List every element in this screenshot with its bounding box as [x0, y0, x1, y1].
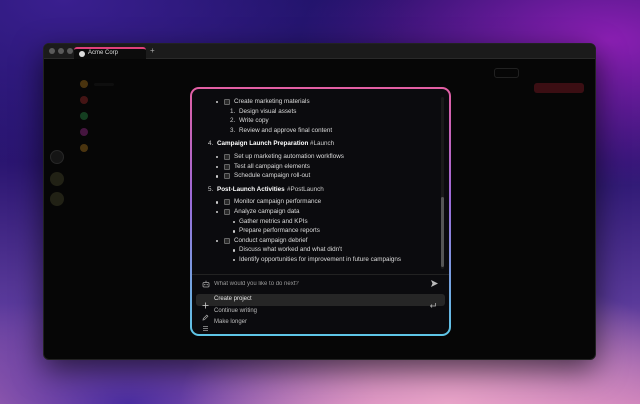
bg-button [494, 68, 519, 78]
heading-tag[interactable]: #PostLaunch [287, 185, 324, 195]
app-logo-icon [79, 51, 85, 57]
bullet-icon [216, 101, 219, 104]
document-row: 1. Design visual assets [200, 107, 440, 117]
bg-avatar [50, 150, 64, 164]
task-text[interactable]: Conduct campaign debrief [234, 236, 308, 246]
document-row: Analyze campaign data [200, 207, 440, 217]
task-text[interactable]: Monitor campaign performance [234, 197, 321, 207]
bullet-icon [233, 220, 236, 223]
document-row: 2. Write copy [200, 116, 440, 126]
minimize-window-button[interactable] [58, 48, 64, 54]
bg-icon [80, 144, 88, 152]
bg-icon [80, 112, 88, 120]
maximize-window-button[interactable] [67, 48, 73, 54]
pencil-icon [202, 308, 209, 320]
bg-icon [80, 96, 88, 104]
bg-avatar [50, 172, 64, 186]
menu-item-label: Make longer [214, 319, 248, 325]
list-number: 1. [230, 107, 236, 115]
bg-avatar [50, 192, 64, 206]
document-row: Set up marketing automation workflows [200, 152, 440, 162]
bullet-icon [216, 201, 219, 204]
lines-icon [202, 319, 209, 331]
heading-number: 4. [208, 140, 214, 148]
plus-icon [202, 296, 209, 309]
app-window: Acme Corp + Create marketing materials 1.… [43, 43, 596, 360]
list-item-text[interactable]: Discuss what worked and what didn't [239, 245, 342, 255]
menu-item-label: Continue writing [214, 307, 258, 314]
bullet-icon [216, 239, 219, 243]
bullet-icon [233, 230, 236, 233]
document-row: Create marketing materials [200, 97, 440, 107]
title-bar: Acme Corp + [44, 44, 595, 59]
task-text[interactable]: Analyze campaign data [234, 207, 299, 217]
prompt-input[interactable] [214, 277, 414, 291]
new-tab-button[interactable]: + [150, 46, 155, 56]
list-item-text[interactable]: Write copy [239, 116, 269, 126]
bg-button [534, 83, 584, 93]
document-row: Test all campaign elements [200, 162, 440, 172]
scrollbar[interactable] [441, 97, 444, 269]
bullet-icon [216, 165, 219, 168]
heading-number: 5. [208, 185, 214, 193]
prompt-row [192, 275, 449, 293]
document-row: 5. Post-Launch Activities #PostLaunch [200, 185, 440, 195]
checkbox[interactable] [224, 163, 230, 170]
bullet-icon [216, 155, 219, 159]
document-row: Discuss what worked and what didn't [200, 245, 440, 255]
bullet-icon [216, 210, 219, 214]
section-heading[interactable]: Campaign Launch Preparation [217, 139, 308, 149]
document-row: Gather metrics and KPIs [200, 217, 440, 227]
list-number: 2. [230, 117, 236, 125]
bg-icon [80, 80, 88, 88]
menu-item-create-project[interactable]: Create project [196, 294, 445, 309]
menu-item-continue-writing[interactable]: Continue writing [196, 306, 445, 320]
tab-title: Acme Corp [88, 50, 119, 56]
bullet-icon [216, 175, 219, 178]
list-number: 3. [230, 126, 236, 134]
menu-item-make-longer[interactable]: Make longer [196, 317, 445, 331]
list-item-text[interactable]: Design visual assets [239, 107, 296, 117]
checkbox[interactable] [224, 153, 230, 160]
task-text[interactable]: Schedule campaign roll-out [234, 171, 310, 181]
close-window-button[interactable] [49, 48, 55, 54]
document-row: Conduct campaign debrief [200, 236, 440, 246]
document-content: Create marketing materials 1. Design visua… [200, 97, 440, 277]
task-text[interactable]: Create marketing materials [234, 97, 310, 107]
list-item-text[interactable]: Prepare performance reports [239, 226, 320, 236]
checkbox[interactable] [224, 237, 230, 244]
menu-item-label: Create project [214, 296, 252, 302]
tab-acme-corp[interactable]: Acme Corp [74, 47, 146, 59]
document-row: Schedule campaign roll-out [200, 171, 440, 181]
section-heading[interactable]: Post-Launch Activities [217, 185, 285, 195]
document-row: 3. Review and approve final content [200, 126, 440, 136]
checkbox[interactable] [224, 99, 230, 105]
list-item-text[interactable]: Identify opportunities for improvement i… [239, 255, 401, 265]
document-row: Monitor campaign performance [200, 197, 440, 207]
document-row: Identify opportunities for improvement i… [200, 255, 440, 265]
document-row: Prepare performance reports [200, 226, 440, 236]
ai-assistant-modal: Create marketing materials 1. Design visua… [191, 88, 450, 335]
heading-tag[interactable]: #Launch [310, 139, 334, 149]
task-text[interactable]: Set up marketing automation workflows [234, 152, 344, 162]
list-item-text[interactable]: Review and approve final content [239, 126, 332, 136]
list-item-text[interactable]: Gather metrics and KPIs [239, 217, 308, 227]
checkbox[interactable] [224, 173, 230, 180]
bg-line [94, 83, 114, 86]
bullet-icon [233, 249, 236, 252]
task-text[interactable]: Test all campaign elements [234, 162, 310, 172]
ai-bot-icon [202, 280, 210, 288]
checkbox[interactable] [224, 199, 230, 206]
suggestion-menu: Create project Continue writing Make longe… [196, 294, 445, 331]
enter-key-icon [429, 296, 437, 308]
checkbox[interactable] [224, 208, 230, 215]
send-icon[interactable] [430, 279, 439, 288]
bg-icon [80, 128, 88, 136]
document-row: 4. Campaign Launch Preparation #Launch [200, 139, 440, 149]
scrollbar-thumb[interactable] [441, 197, 444, 267]
bullet-icon [233, 258, 236, 262]
